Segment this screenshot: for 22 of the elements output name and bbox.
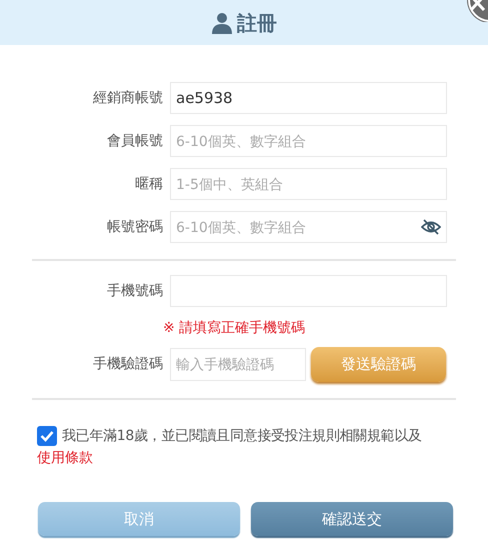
- send-code-button[interactable]: 發送驗證碼: [311, 347, 446, 382]
- check-icon: [40, 430, 54, 442]
- dialog-title: 註冊: [237, 10, 277, 36]
- input-field[interactable]: ae5938: [170, 82, 447, 114]
- checkbox[interactable]: [37, 426, 57, 446]
- cancel-button[interactable]: 取消: [38, 502, 240, 536]
- user-icon: [211, 12, 233, 34]
- input-field[interactable]: 6-10個英、數字組合: [170, 125, 447, 157]
- agreement-text: 我已年滿18歲，並已閱讀且同意接受投注規則相關規範以及: [62, 427, 422, 446]
- submit-button[interactable]: 確認送交: [251, 502, 453, 536]
- password-input-field[interactable]: 6-10個英、數字組合: [170, 211, 447, 243]
- field-label: 手機號碼: [106, 282, 163, 300]
- field-label: 經銷商帳號: [92, 88, 163, 108]
- field-label: 暱稱: [134, 174, 163, 194]
- eye-slash-icon[interactable]: [421, 219, 441, 235]
- field-label: 會員帳號: [106, 132, 163, 150]
- field-label: 帳號密碼: [106, 218, 163, 236]
- field-label: 手機驗證碼: [92, 355, 163, 374]
- terms-link[interactable]: 使用條款: [37, 448, 93, 468]
- error-message: ※ 請填寫正確手機號碼: [163, 320, 306, 336]
- verification-input-field[interactable]: 輸入手機驗證碼: [170, 348, 306, 381]
- input-field[interactable]: 1-5個中、英組合: [170, 168, 447, 200]
